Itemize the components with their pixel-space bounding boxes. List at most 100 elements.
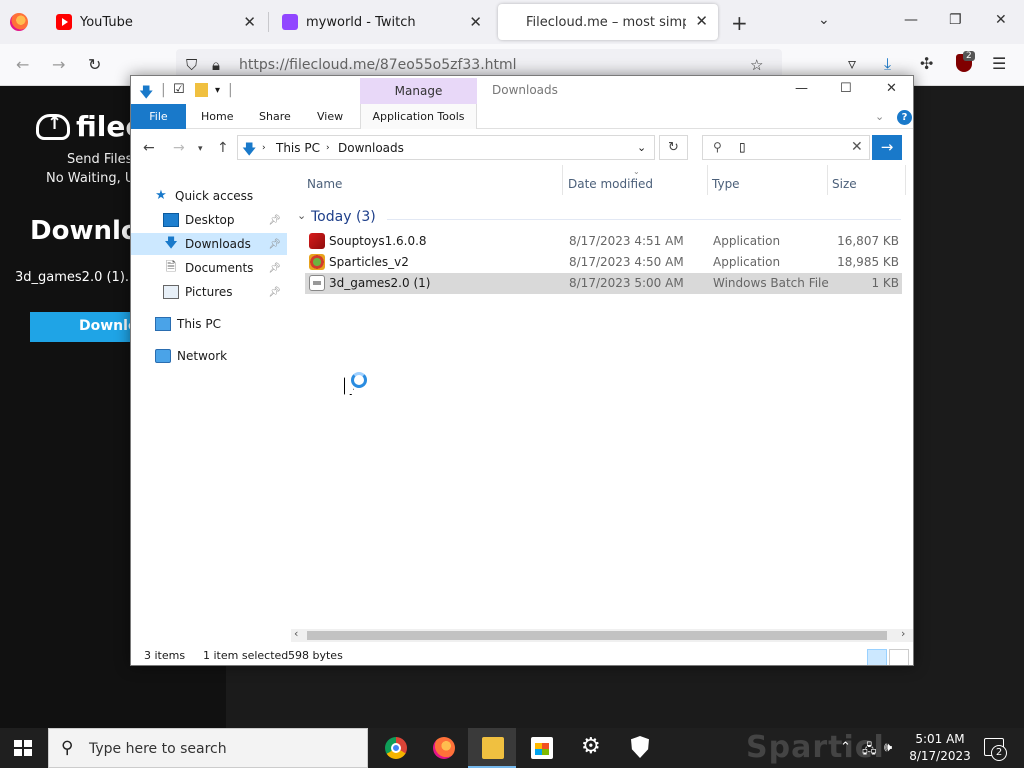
new-tab-icon[interactable]: + bbox=[731, 11, 748, 35]
download-icon[interactable]: ⤓ bbox=[884, 54, 891, 74]
gear-icon: ⚙ bbox=[581, 734, 601, 759]
taskbar-search[interactable]: ⚲ Type here to search bbox=[48, 728, 368, 768]
chevron-right-icon[interactable]: › bbox=[262, 143, 266, 153]
tab-home[interactable]: Home bbox=[201, 104, 233, 129]
close-icon[interactable]: ✕ bbox=[886, 81, 897, 96]
extensions-icon[interactable]: ✣ bbox=[920, 54, 933, 73]
maximize-icon[interactable]: ☐ bbox=[840, 81, 852, 96]
close-window-icon[interactable]: ✕ bbox=[995, 12, 1007, 28]
firefox-logo-icon[interactable] bbox=[10, 13, 28, 31]
group-header-today[interactable]: ⌄ Today (3) bbox=[297, 207, 905, 229]
tab-share[interactable]: Share bbox=[259, 104, 291, 129]
search-box[interactable]: ⚲ ✕ bbox=[702, 135, 870, 160]
firefox-icon bbox=[433, 737, 455, 759]
column-type[interactable]: Type bbox=[712, 165, 828, 195]
chevron-down-icon[interactable]: ⌄ bbox=[637, 141, 646, 154]
chevron-right-icon[interactable]: › bbox=[326, 143, 330, 153]
restore-icon[interactable]: ❐ bbox=[949, 12, 962, 28]
table-row[interactable]: Sparticles_v2 8/17/2023 4:50 AM Applicat… bbox=[305, 252, 902, 273]
refresh-button[interactable]: ↻ bbox=[659, 135, 688, 160]
reload-icon[interactable]: ↻ bbox=[88, 55, 101, 74]
nav-pictures[interactable]: Pictures 📌︎ bbox=[131, 281, 287, 303]
table-row[interactable]: Souptoys1.6.0.8 8/17/2023 4:51 AM Applic… bbox=[305, 231, 902, 252]
tab-file[interactable]: File bbox=[131, 104, 186, 129]
tab-application-tools[interactable]: Application Tools bbox=[360, 104, 477, 129]
column-date-modified[interactable]: Date modified bbox=[568, 165, 708, 195]
back-icon[interactable]: ← bbox=[143, 140, 155, 156]
tab-youtube[interactable]: YouTube ✕ bbox=[44, 0, 266, 44]
forward-icon[interactable]: → bbox=[52, 55, 65, 74]
large-icons-view-button[interactable] bbox=[889, 649, 909, 665]
minimize-icon[interactable]: — bbox=[795, 81, 808, 96]
taskbar-security[interactable] bbox=[615, 728, 663, 768]
nav-network[interactable]: Network bbox=[131, 345, 287, 367]
breadcrumb-this-pc[interactable]: This PC bbox=[276, 141, 320, 155]
column-name[interactable]: Name bbox=[307, 165, 563, 195]
address-box[interactable]: 🡇 › This PC › Downloads ⌄ bbox=[237, 135, 655, 160]
tagline: Send Files bbox=[67, 152, 133, 167]
horizontal-scrollbar[interactable]: ‹ › bbox=[291, 627, 913, 642]
file-date: 8/17/2023 4:50 AM bbox=[569, 255, 684, 269]
tracking-shield-icon[interactable]: ⛉ bbox=[186, 56, 197, 74]
url-text[interactable]: https://filecloud.me/87eo55o5zf33.html bbox=[239, 57, 517, 73]
search-go-button[interactable]: → bbox=[872, 135, 902, 160]
forward-icon[interactable]: → bbox=[173, 140, 185, 156]
clock[interactable]: 5:01 AM 8/17/2023 bbox=[900, 731, 980, 765]
close-icon[interactable]: ✕ bbox=[695, 12, 708, 30]
tab-title: myworld - Twitch bbox=[306, 14, 416, 30]
network-icon[interactable]: 🖧︎ bbox=[862, 740, 877, 762]
taskbar-firefox[interactable] bbox=[419, 728, 467, 768]
folder-icon bbox=[482, 737, 504, 759]
clock-time: 5:01 AM bbox=[915, 732, 965, 746]
lock-icon[interactable]: 🔒︎ bbox=[212, 56, 220, 74]
details-view-button[interactable] bbox=[867, 649, 887, 665]
pocket-icon[interactable]: ▿ bbox=[848, 54, 856, 73]
column-size[interactable]: Size bbox=[832, 165, 906, 195]
chevron-up-icon[interactable]: ⌃ bbox=[840, 740, 851, 755]
pin-icon[interactable]: 📌︎ bbox=[268, 263, 281, 274]
scroll-left-icon[interactable]: ‹ bbox=[294, 627, 298, 640]
scroll-right-icon[interactable]: › bbox=[901, 627, 905, 640]
tab-twitch[interactable]: myworld - Twitch ✕ bbox=[270, 0, 492, 44]
nav-this-pc[interactable]: This PC bbox=[131, 313, 287, 335]
tab-filecloud[interactable]: Filecloud.me – most simple file ✕ bbox=[498, 4, 718, 40]
properties-icon[interactable]: ☑ bbox=[173, 82, 185, 97]
chevron-down-icon[interactable]: ⌄ bbox=[818, 12, 830, 28]
clear-search-icon[interactable]: ✕ bbox=[851, 139, 863, 155]
close-icon[interactable]: ✕ bbox=[469, 13, 482, 31]
tab-separator bbox=[268, 12, 269, 32]
expand-ribbon-icon[interactable]: ⌄ bbox=[875, 110, 884, 123]
search-input[interactable] bbox=[739, 140, 839, 154]
manage-context-tab[interactable]: Manage bbox=[360, 78, 477, 104]
volume-icon[interactable]: 🕪︎ bbox=[884, 740, 892, 755]
customize-quick-access-icon[interactable]: ▾ bbox=[215, 85, 220, 96]
windows-start-icon[interactable] bbox=[14, 740, 32, 756]
table-row[interactable]: 3d_games2.0 (1) 8/17/2023 5:00 AM Window… bbox=[305, 273, 902, 294]
search-placeholder: Type here to search bbox=[89, 741, 227, 757]
nav-downloads[interactable]: 🡇 Downloads 📌︎ bbox=[131, 233, 287, 255]
breadcrumb-downloads[interactable]: Downloads bbox=[338, 141, 404, 155]
new-folder-icon[interactable] bbox=[195, 83, 208, 97]
taskbar-settings[interactable]: ⚙ bbox=[566, 728, 614, 768]
minimize-icon[interactable]: — bbox=[904, 12, 918, 28]
taskbar-chrome[interactable] bbox=[371, 728, 419, 768]
taskbar-store[interactable] bbox=[517, 728, 565, 768]
nav-quick-access[interactable]: ★ Quick access bbox=[131, 185, 287, 207]
back-icon[interactable]: ← bbox=[16, 55, 29, 74]
nav-documents[interactable]: 🗎 Documents 📌︎ bbox=[131, 257, 287, 279]
filecloud-logo[interactable]: filec bbox=[36, 110, 142, 143]
bookmark-star-icon[interactable]: ☆ bbox=[750, 56, 763, 74]
chevron-down-icon[interactable]: ⌄ bbox=[297, 209, 306, 222]
nav-desktop[interactable]: Desktop 📌︎ bbox=[131, 209, 287, 231]
up-icon[interactable]: ↑ bbox=[217, 140, 229, 156]
pin-icon[interactable]: 📌︎ bbox=[268, 239, 281, 250]
pin-icon[interactable]: 📌︎ bbox=[268, 287, 281, 298]
recent-locations-icon[interactable]: ▾ bbox=[198, 144, 203, 154]
help-icon[interactable]: ? bbox=[897, 110, 912, 125]
tab-view[interactable]: View bbox=[317, 104, 343, 129]
scrollbar-thumb[interactable] bbox=[307, 631, 887, 640]
pin-icon[interactable]: 📌︎ bbox=[268, 215, 281, 226]
close-icon[interactable]: ✕ bbox=[243, 13, 256, 31]
menu-icon[interactable]: ☰ bbox=[992, 54, 1006, 73]
taskbar-file-explorer[interactable] bbox=[468, 728, 516, 768]
